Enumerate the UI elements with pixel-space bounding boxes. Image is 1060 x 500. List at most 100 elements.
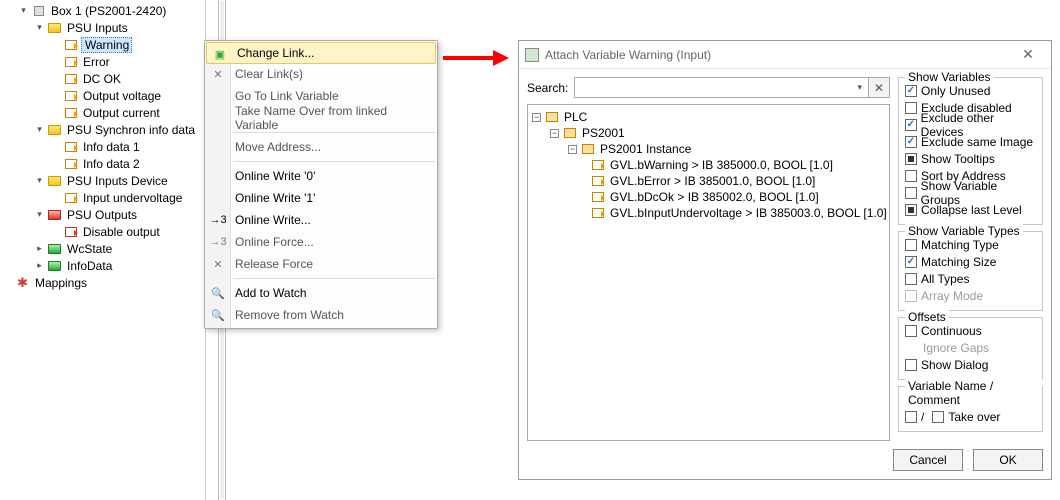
group-show-types: Show Variable Types Matching Type Matchi… bbox=[898, 231, 1043, 311]
clear-search-button[interactable]: ✕ bbox=[868, 77, 890, 98]
menu-label: Change Link... bbox=[237, 46, 314, 60]
watch-add-icon: 🔍 bbox=[209, 284, 227, 302]
close-button[interactable]: ✕ bbox=[1011, 45, 1045, 65]
tree-disable-output[interactable]: Disable output bbox=[0, 223, 205, 240]
variable-tree[interactable]: − PLC − PS2001 − PS2001 Instance GVL.bWa… bbox=[527, 104, 890, 441]
collapse-icon[interactable]: ▾ bbox=[34, 22, 45, 33]
link-icon: ▣ bbox=[211, 45, 229, 63]
menu-label: Online Write '1' bbox=[235, 191, 315, 205]
menu-label: Remove from Watch bbox=[235, 308, 344, 322]
tree-input-undervoltage[interactable]: Input undervoltage bbox=[0, 189, 205, 206]
var-icon bbox=[63, 140, 78, 153]
var-label: PS2001 Instance bbox=[597, 142, 691, 156]
tree-output-voltage[interactable]: Output voltage bbox=[0, 87, 205, 104]
collapse-icon[interactable]: ▾ bbox=[34, 124, 45, 135]
menu-separator bbox=[233, 161, 435, 162]
var-node-project[interactable]: − PS2001 bbox=[530, 125, 887, 141]
menu-add-watch[interactable]: 🔍 Add to Watch bbox=[205, 282, 437, 304]
var-node-instance[interactable]: − PS2001 Instance bbox=[530, 141, 887, 157]
chk-exclude-same[interactable]: Exclude same Image bbox=[905, 133, 1036, 150]
tree-label: WcState bbox=[64, 242, 112, 256]
tree-psu-inputs-device[interactable]: ▾ PSU Inputs Device bbox=[0, 172, 205, 189]
tree-psu-sync[interactable]: ▾ PSU Synchron info data bbox=[0, 121, 205, 138]
chk-matching-type[interactable]: Matching Type bbox=[905, 236, 1036, 253]
tree-label: PSU Inputs Device bbox=[64, 174, 168, 188]
dialog-titlebar[interactable]: Attach Variable Warning (Input) ✕ bbox=[519, 41, 1051, 69]
tree-error[interactable]: Error bbox=[0, 53, 205, 70]
chk-only-unused[interactable]: Only Unused bbox=[905, 82, 1036, 99]
var-icon bbox=[63, 72, 78, 85]
var-item[interactable]: GVL.bInputUndervoltage > IB 385003.0, BO… bbox=[530, 205, 887, 221]
chk-show-dialog[interactable]: Show Dialog bbox=[905, 356, 1036, 373]
collapse-icon[interactable]: − bbox=[568, 145, 577, 154]
chk-show-groups[interactable]: Show Variable Groups bbox=[905, 184, 1036, 201]
btn-label: Cancel bbox=[909, 453, 946, 467]
folder-icon bbox=[47, 123, 62, 136]
menu-online-write-0[interactable]: Online Write '0' bbox=[205, 165, 437, 187]
chk-label: Matching Type bbox=[921, 238, 999, 252]
tree-warning[interactable]: Warning bbox=[0, 36, 205, 53]
release-icon: ✕ bbox=[209, 255, 227, 273]
cancel-button[interactable]: Cancel bbox=[893, 449, 963, 471]
chk-matching-size[interactable]: Matching Size bbox=[905, 253, 1036, 270]
clear-icon: ✕ bbox=[209, 65, 227, 83]
folder-icon bbox=[47, 21, 62, 34]
chk-take-over[interactable]: / Take over bbox=[905, 408, 1036, 425]
menu-take-name[interactable]: Take Name Over from linked Variable bbox=[205, 107, 437, 129]
chk-collapse-last[interactable]: Collapse last Level bbox=[905, 201, 1036, 218]
menu-online-write-1[interactable]: Online Write '1' bbox=[205, 187, 437, 209]
tree-psu-inputs[interactable]: ▾ PSU Inputs bbox=[0, 19, 205, 36]
group-offsets: Offsets Continuous Ignore Gaps Show Dial… bbox=[898, 317, 1043, 380]
ok-button[interactable]: OK bbox=[973, 449, 1043, 471]
tree-box[interactable]: ▾ Box 1 (PS2001-2420) bbox=[0, 2, 205, 19]
menu-remove-watch[interactable]: 🔍 Remove from Watch bbox=[205, 304, 437, 326]
var-out-icon bbox=[63, 225, 78, 238]
group-show-variables: Show Variables Only Unused Exclude disab… bbox=[898, 77, 1043, 225]
var-label: PLC bbox=[561, 110, 587, 124]
tree-wcstate[interactable]: ▸ WcState bbox=[0, 240, 205, 257]
collapse-icon[interactable]: ▾ bbox=[34, 175, 45, 186]
menu-clear-link[interactable]: ✕ Clear Link(s) bbox=[205, 63, 437, 85]
tree-psu-outputs[interactable]: ▾ PSU Outputs bbox=[0, 206, 205, 223]
tree-output-current[interactable]: Output current bbox=[0, 104, 205, 121]
chk-exclude-other[interactable]: Exclude other Devices bbox=[905, 116, 1036, 133]
tree-info2[interactable]: Info data 2 bbox=[0, 155, 205, 172]
collapse-icon[interactable]: − bbox=[532, 113, 541, 122]
menu-change-link[interactable]: ▣ Change Link... bbox=[206, 42, 436, 64]
tree-infodata[interactable]: ▸ InfoData bbox=[0, 257, 205, 274]
collapse-icon[interactable]: ▾ bbox=[18, 5, 29, 16]
var-icon bbox=[590, 191, 605, 204]
var-icon bbox=[63, 89, 78, 102]
collapse-icon[interactable]: − bbox=[550, 129, 559, 138]
tree-label: Info data 2 bbox=[80, 157, 140, 171]
chk-ignore-gaps: Ignore Gaps bbox=[905, 339, 1036, 356]
tree-info1[interactable]: Info data 1 bbox=[0, 138, 205, 155]
tree-dcok[interactable]: DC OK bbox=[0, 70, 205, 87]
var-item[interactable]: GVL.bWarning > IB 385000.0, BOOL [1.0] bbox=[530, 157, 887, 173]
folder-icon bbox=[47, 242, 62, 255]
tree-mappings[interactable]: ✱ Mappings bbox=[0, 274, 205, 291]
plc-icon bbox=[544, 111, 559, 124]
menu-online-force[interactable]: →3 Online Force... bbox=[205, 231, 437, 253]
collapse-icon[interactable]: ▾ bbox=[34, 209, 45, 220]
var-icon bbox=[63, 55, 78, 68]
var-item[interactable]: GVL.bDcOk > IB 385002.0, BOOL [1.0] bbox=[530, 189, 887, 205]
tree-label: InfoData bbox=[64, 259, 112, 273]
var-label: PS2001 bbox=[579, 126, 625, 140]
menu-label: Clear Link(s) bbox=[235, 67, 303, 81]
menu-online-write[interactable]: →3 Online Write... bbox=[205, 209, 437, 231]
menu-move-address[interactable]: Move Address... bbox=[205, 136, 437, 158]
chk-label: Exclude same Image bbox=[921, 135, 1033, 149]
expand-icon[interactable]: ▸ bbox=[34, 260, 45, 271]
var-node-plc[interactable]: − PLC bbox=[530, 109, 887, 125]
menu-release-force[interactable]: ✕ Release Force bbox=[205, 253, 437, 275]
var-item[interactable]: GVL.bError > IB 385001.0, BOOL [1.0] bbox=[530, 173, 887, 189]
var-label: GVL.bError > IB 385001.0, BOOL [1.0] bbox=[607, 174, 815, 188]
chk-continuous[interactable]: Continuous bbox=[905, 322, 1036, 339]
search-input[interactable] bbox=[574, 77, 869, 98]
tree-label: Mappings bbox=[32, 276, 87, 290]
menu-label: Take Name Over from linked Variable bbox=[235, 104, 427, 132]
expand-icon[interactable]: ▸ bbox=[34, 243, 45, 254]
chk-all-types[interactable]: All Types bbox=[905, 270, 1036, 287]
chk-show-tooltips[interactable]: Show Tooltips bbox=[905, 150, 1036, 167]
